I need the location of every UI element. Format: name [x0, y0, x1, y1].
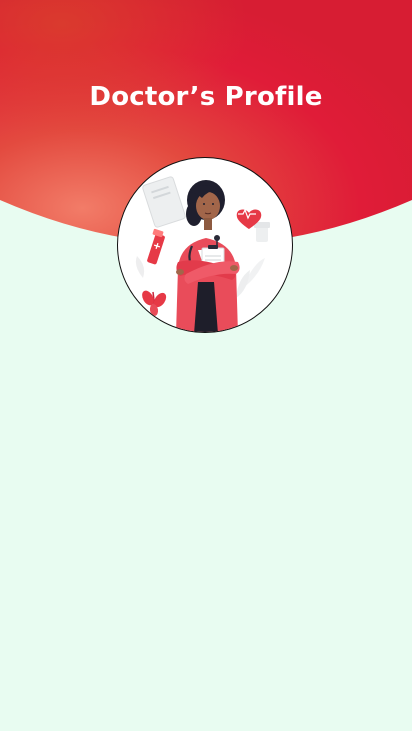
- doctor-illustration-icon: [135, 176, 270, 332]
- profile-content-area: [0, 340, 412, 731]
- page-title: Doctor’s Profile: [89, 82, 323, 112]
- doctor-avatar: [117, 157, 293, 333]
